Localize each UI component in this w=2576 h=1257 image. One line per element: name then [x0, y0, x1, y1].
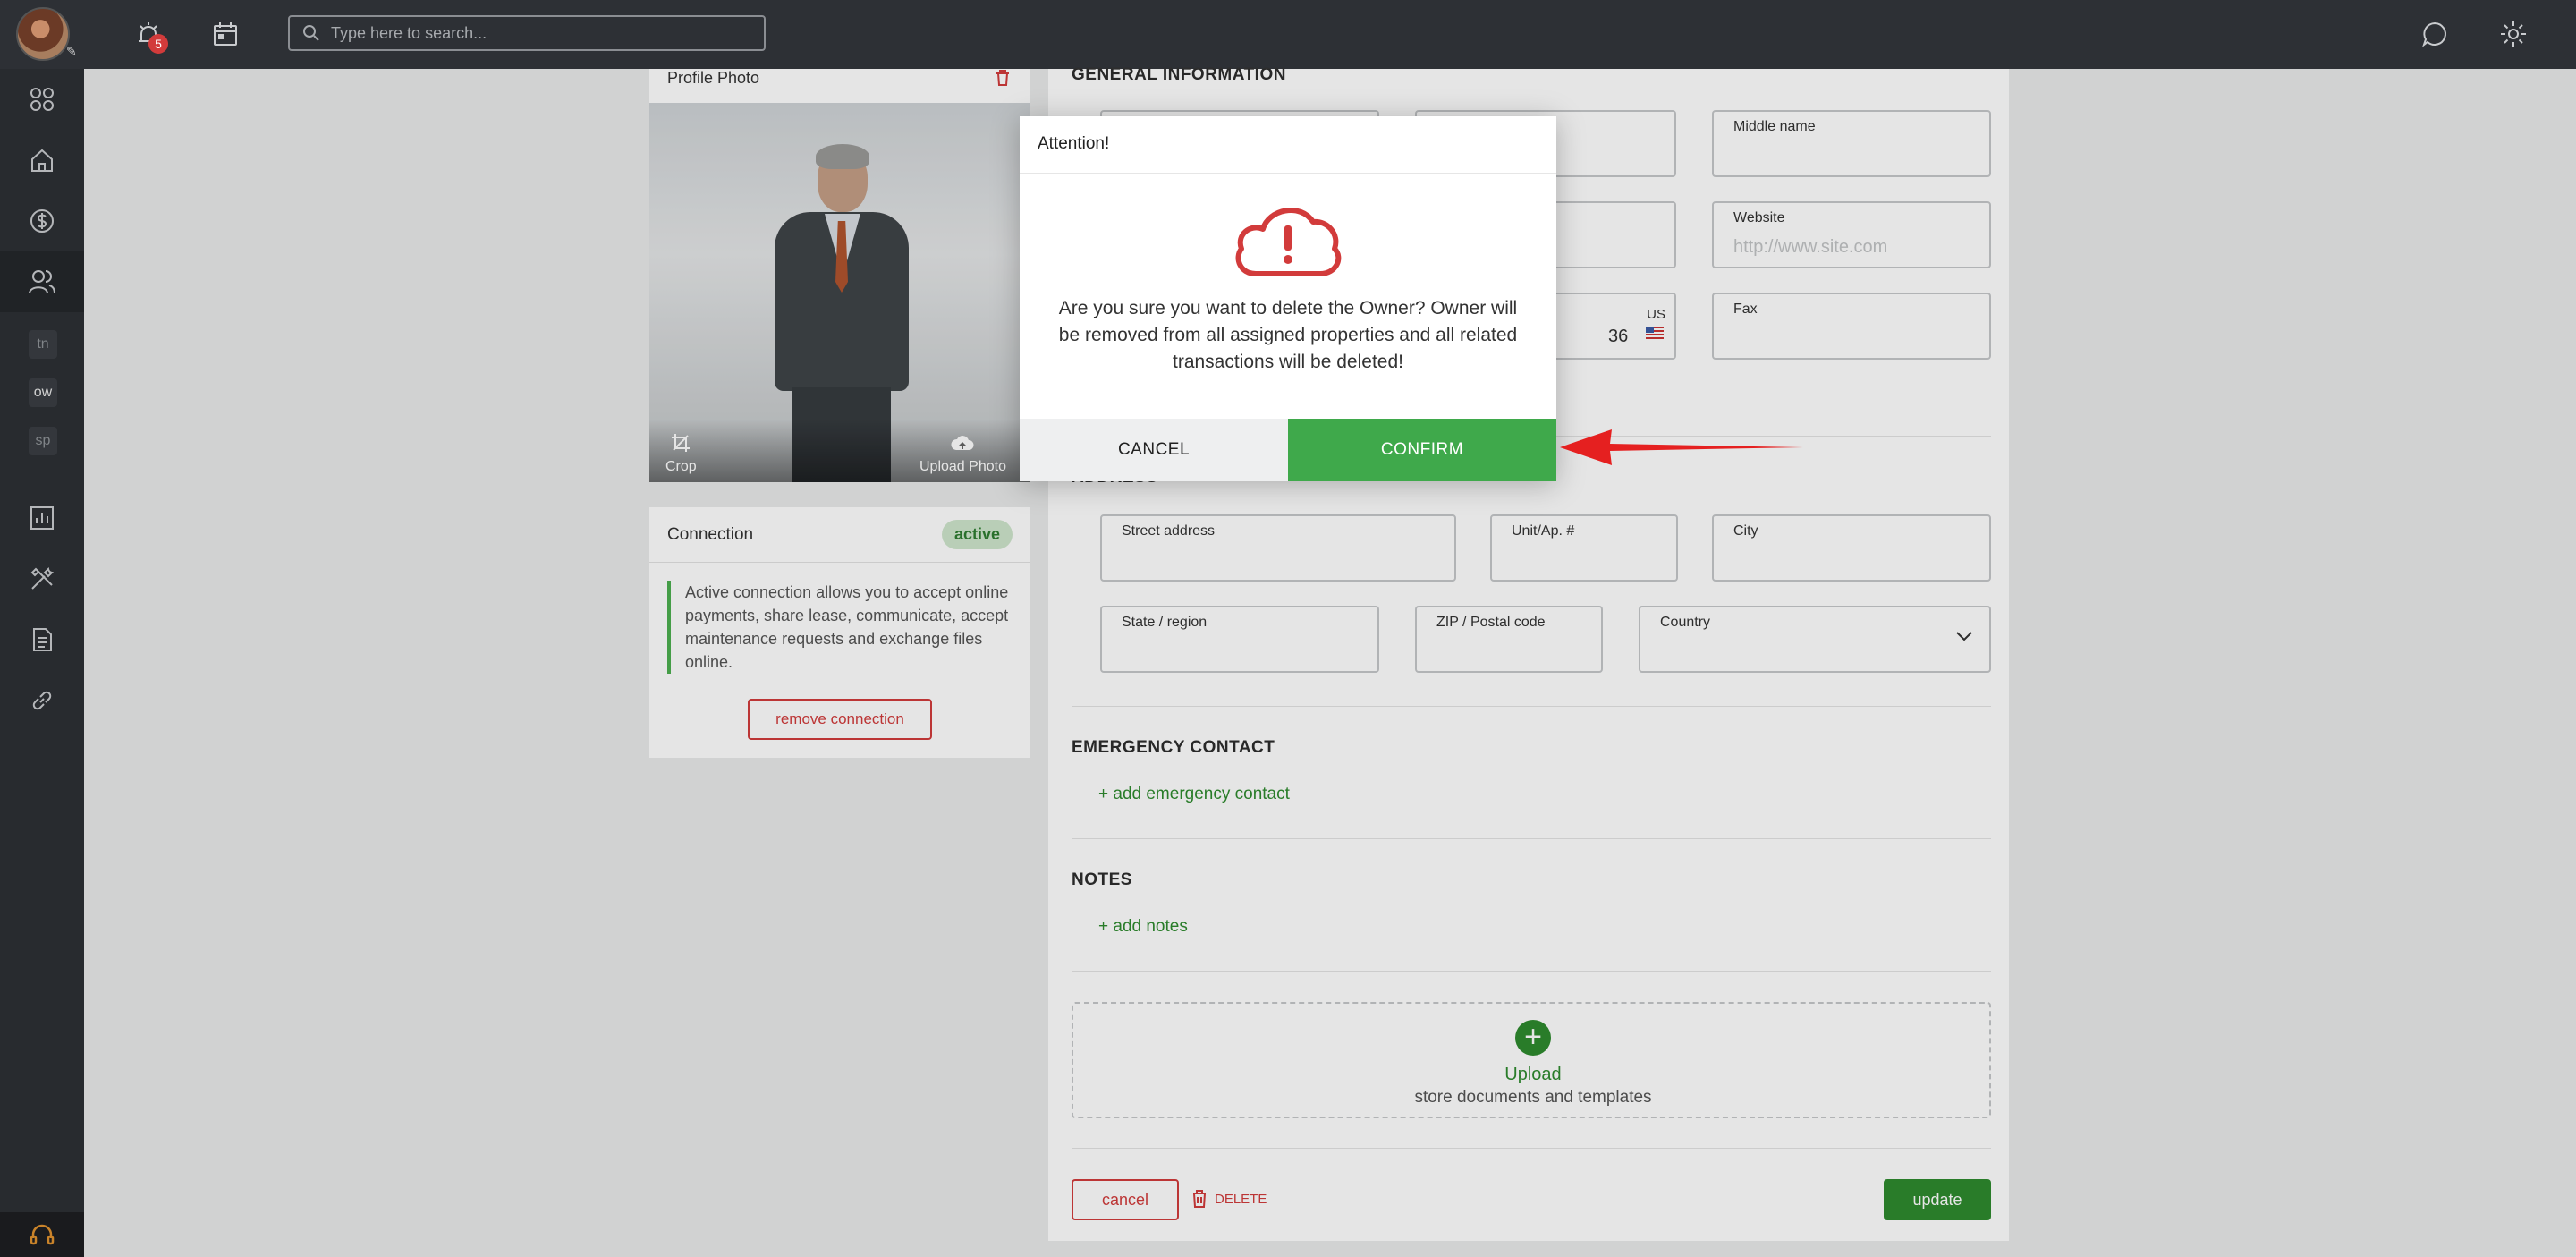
settings-gear-icon[interactable] — [2496, 16, 2531, 52]
dialog-title: Attention! — [1038, 134, 1110, 153]
dialog-cancel-button[interactable]: CANCEL — [1020, 419, 1288, 481]
notification-count-badge: 5 — [148, 34, 168, 54]
search-icon — [303, 25, 319, 41]
user-avatar[interactable] — [16, 7, 70, 61]
dialog-header: Attention! — [1020, 116, 1556, 174]
delete-confirmation-dialog: Attention! Are you sure you want to dele… — [1020, 116, 1556, 481]
top-bar: ✎ 5 — [0, 0, 2576, 69]
search-box[interactable] — [288, 15, 766, 51]
calendar-icon[interactable] — [208, 16, 243, 52]
chat-icon[interactable] — [2417, 16, 2453, 52]
red-arrow-annotation-icon — [1560, 429, 1803, 465]
pin-icon: ✎ — [66, 44, 77, 58]
search-input[interactable] — [331, 23, 742, 43]
dialog-confirm-button[interactable]: CONFIRM — [1288, 419, 1556, 481]
dialog-message: Are you sure you want to delete the Owne… — [1058, 298, 1518, 372]
cloud-warning-icon — [1235, 207, 1342, 276]
